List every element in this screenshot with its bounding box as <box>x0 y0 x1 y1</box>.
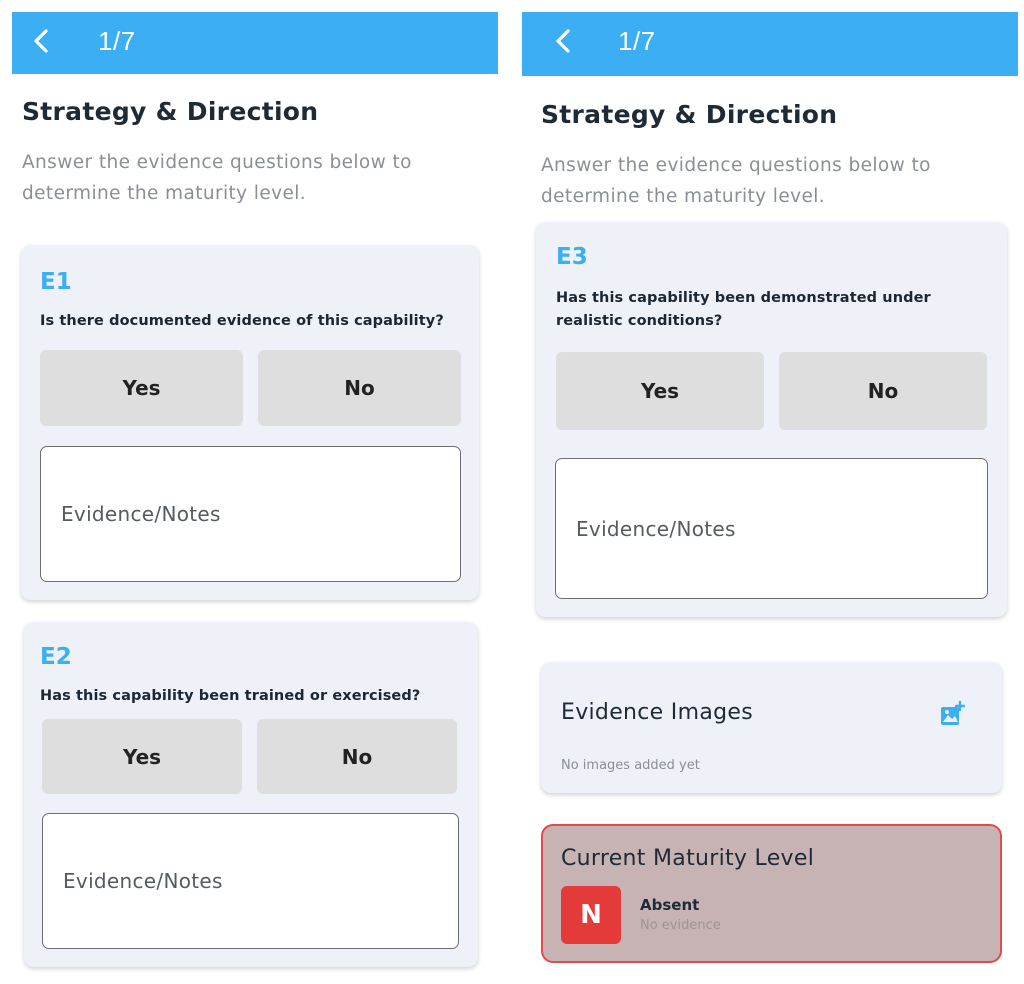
maturity-badge: N <box>561 886 621 944</box>
yes-button[interactable]: Yes <box>40 350 243 426</box>
page-counter: 1/7 <box>618 26 656 56</box>
chevron-left-icon <box>556 29 570 53</box>
question-text: Is there documented evidence of this cap… <box>40 313 444 329</box>
page-counter: 1/7 <box>98 26 136 56</box>
question-label: E2 <box>40 644 72 670</box>
question-text: Has this capability been trained or exer… <box>40 688 421 704</box>
no-button[interactable]: No <box>258 350 461 426</box>
evidence-images-card: Evidence Images No images added yet <box>541 662 1002 793</box>
add-image-button[interactable] <box>938 700 966 728</box>
no-button[interactable]: No <box>779 352 987 430</box>
evidence-notes-input[interactable]: Evidence/Notes <box>42 813 459 949</box>
evidence-notes-input[interactable]: Evidence/Notes <box>555 458 988 599</box>
question-card-e1: E1 Is there documented evidence of this … <box>21 245 479 600</box>
maturity-level-card: Current Maturity Level N Absent No evide… <box>541 824 1002 963</box>
maturity-level-description: No evidence <box>640 918 721 933</box>
question-label: E1 <box>40 269 72 295</box>
question-label: E3 <box>556 244 588 270</box>
maturity-level-name: Absent <box>640 896 700 914</box>
chevron-left-icon <box>34 29 48 53</box>
app-bar: 1/7 <box>12 12 498 74</box>
add-photo-icon <box>941 700 966 725</box>
page-title: Strategy & Direction <box>22 97 319 126</box>
no-images-text: No images added yet <box>561 758 700 773</box>
page-subtitle: Answer the evidence questions below to d… <box>541 155 931 207</box>
yes-button[interactable]: Yes <box>42 719 242 794</box>
page-subtitle: Answer the evidence questions below to d… <box>22 152 412 204</box>
back-button[interactable] <box>548 25 580 57</box>
no-button[interactable]: No <box>257 719 457 794</box>
yes-button[interactable]: Yes <box>556 352 764 430</box>
question-text: Has this capability been demonstrated un… <box>556 290 931 329</box>
page-title: Strategy & Direction <box>541 100 838 129</box>
evidence-images-title: Evidence Images <box>561 700 753 725</box>
app-bar: 1/7 <box>522 12 1018 76</box>
screen-left: 1/7 Strategy & Direction Answer the evid… <box>0 0 508 984</box>
screen-right: 1/7 Strategy & Direction Answer the evid… <box>516 0 1024 984</box>
back-button[interactable] <box>26 25 58 57</box>
maturity-title: Current Maturity Level <box>561 846 815 871</box>
question-card-e3: E3 Has this capability been demonstrated… <box>536 222 1007 617</box>
evidence-notes-input[interactable]: Evidence/Notes <box>40 446 461 582</box>
question-card-e2: E2 Has this capability been trained or e… <box>24 622 478 967</box>
